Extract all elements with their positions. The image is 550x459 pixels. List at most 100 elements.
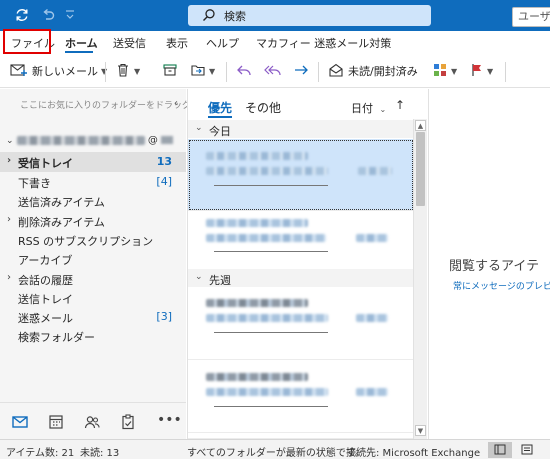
group-name: 先週: [209, 274, 231, 287]
chevron-down-icon: ⌄: [379, 105, 387, 114]
message-item[interactable]: [188, 361, 414, 433]
scrollbar-thumb[interactable]: [416, 132, 425, 206]
people-icon[interactable]: [83, 413, 101, 431]
connection-status: 接続先: Microsoft Exchange: [346, 448, 481, 459]
redacted-date: [358, 167, 392, 175]
chevron-right-icon[interactable]: ›: [7, 272, 11, 283]
chevron-right-icon[interactable]: ›: [7, 155, 11, 166]
redacted-subject: [206, 167, 328, 175]
group-name: 今日: [209, 125, 231, 138]
title-bar: 検索: [0, 0, 550, 31]
categorize-icon: [432, 62, 448, 81]
folder-conversation-history[interactable]: › 会話の履歴: [0, 269, 186, 289]
tab-focused[interactable]: 優先: [208, 99, 232, 116]
folder-drafts[interactable]: 下書き [4]: [0, 172, 186, 192]
chevron-down-icon: ⌄: [195, 272, 203, 282]
redacted-date: [356, 388, 388, 396]
search-box[interactable]: 検索: [188, 5, 431, 26]
forward-button[interactable]: [293, 62, 309, 80]
ribbon-separator: [505, 62, 506, 82]
chevron-down-icon: ▼: [487, 66, 494, 76]
forward-icon: [293, 62, 309, 81]
ribbon-separator: [318, 62, 319, 82]
redacted-subject: [206, 314, 328, 322]
account-email-suffix: @: [147, 135, 158, 146]
redacted-date: [356, 234, 388, 242]
scroll-up-icon[interactable]: ▲: [415, 120, 426, 131]
search-placeholder: 検索: [224, 10, 246, 23]
chevron-down-icon: ▼: [134, 66, 141, 76]
file-tab-highlight-box: [3, 29, 51, 54]
sort-label: 日付: [351, 102, 373, 115]
reading-view-button[interactable]: [515, 442, 539, 458]
module-bar: •••: [0, 402, 186, 439]
sync-icon[interactable]: [14, 7, 30, 23]
collapse-pane-button[interactable]: ‹: [174, 98, 178, 109]
chevron-down-icon: ▼: [451, 66, 458, 76]
always-preview-link[interactable]: 常にメッセージのプレビュー: [453, 279, 550, 292]
message-item[interactable]: [188, 139, 414, 211]
chevron-right-icon[interactable]: ›: [7, 214, 11, 225]
status-bar: アイテム数: 21 未読: 13 すべてのフォルダーが最新の状態です。 接続先:…: [0, 439, 550, 459]
scroll-down-icon[interactable]: ▼: [415, 425, 426, 436]
search-people-input[interactable]: ユーザ: [512, 7, 550, 27]
redacted-sender: [206, 219, 308, 227]
tasks-icon[interactable]: [119, 413, 137, 431]
preview-line: [214, 332, 328, 333]
message-list-scrollbar[interactable]: ▲ ▼: [413, 119, 427, 439]
tab-send-receive[interactable]: 送受信: [113, 35, 146, 51]
reply-all-button[interactable]: [264, 62, 282, 80]
customize-toolbar-icon[interactable]: [62, 7, 78, 23]
item-count-status: アイテム数: 21: [6, 448, 75, 459]
group-header-today[interactable]: ⌄ 今日: [188, 120, 414, 138]
folder-search-folders[interactable]: 検索フォルダー: [0, 326, 186, 346]
folder-junk[interactable]: 迷惑メール [3]: [0, 307, 186, 327]
trash-icon: [115, 62, 131, 81]
reading-pane: 閲覧するアイテ 常にメッセージのプレビュー: [428, 89, 550, 439]
reply-button[interactable]: [236, 62, 252, 80]
tab-help[interactable]: ヘルプ: [206, 35, 239, 51]
folder-sent[interactable]: 送信済みアイテム: [0, 191, 186, 211]
normal-view-button[interactable]: [488, 442, 512, 458]
tab-home[interactable]: ホーム: [65, 35, 98, 51]
sort-by-date-button[interactable]: 日付 ⌄: [351, 100, 386, 116]
folder-inbox[interactable]: › 受信トレイ 13: [0, 152, 186, 172]
categorize-button[interactable]: ▼: [432, 62, 457, 80]
new-mail-button[interactable]: 新しいメール ▼: [10, 62, 107, 80]
message-item[interactable]: [188, 288, 414, 360]
folder-name: 送信トレイ: [18, 293, 73, 306]
move-button[interactable]: ▼: [190, 62, 215, 80]
sort-direction-icon[interactable]: ↑: [395, 98, 405, 112]
group-header-last-week[interactable]: ⌄ 先週: [188, 269, 414, 287]
follow-up-button[interactable]: ▼: [470, 62, 493, 80]
folder-name: RSS のサブスクリプション: [18, 235, 154, 248]
account-email-tail: [161, 136, 174, 144]
folder-name: 受信トレイ: [18, 157, 73, 170]
account-header[interactable]: ⌄ @: [6, 135, 174, 146]
tab-view[interactable]: 表示: [166, 35, 188, 51]
calendar-icon[interactable]: [47, 413, 65, 431]
folder-archive[interactable]: アーカイブ: [0, 249, 186, 269]
redacted-sender: [206, 373, 308, 381]
chevron-down-icon: ⌄: [6, 136, 14, 146]
redacted-sender: [206, 152, 308, 160]
folder-deleted[interactable]: › 削除済みアイテム: [0, 211, 186, 231]
folder-name: 検索フォルダー: [18, 331, 95, 344]
tab-mcafee-antispam[interactable]: マカフィー 迷惑メール対策: [256, 35, 391, 51]
item-count: [4]: [156, 175, 172, 188]
ribbon-separator: [105, 62, 106, 82]
undo-icon[interactable]: [40, 7, 56, 23]
folder-pane: ここにお気に入りのフォルダーをドラッグします ‹ ⌄ @ › 受信トレイ 13 …: [0, 89, 218, 439]
unread-read-label: 未読/開封済み: [348, 65, 418, 78]
sync-status: すべてのフォルダーが最新の状態です。: [187, 448, 365, 459]
more-apps-icon[interactable]: •••: [157, 413, 182, 431]
open-envelope-icon: [328, 62, 344, 81]
folder-name: 下書き: [18, 177, 51, 190]
folder-outbox[interactable]: 送信トレイ: [0, 288, 186, 308]
delete-button[interactable]: ▼: [115, 62, 140, 80]
tab-other[interactable]: その他: [245, 99, 281, 116]
archive-button[interactable]: [162, 62, 178, 80]
folder-rss[interactable]: RSS のサブスクリプション: [0, 230, 186, 250]
mail-icon[interactable]: [11, 413, 29, 431]
unread-read-button[interactable]: 未読/開封済み: [328, 62, 418, 80]
